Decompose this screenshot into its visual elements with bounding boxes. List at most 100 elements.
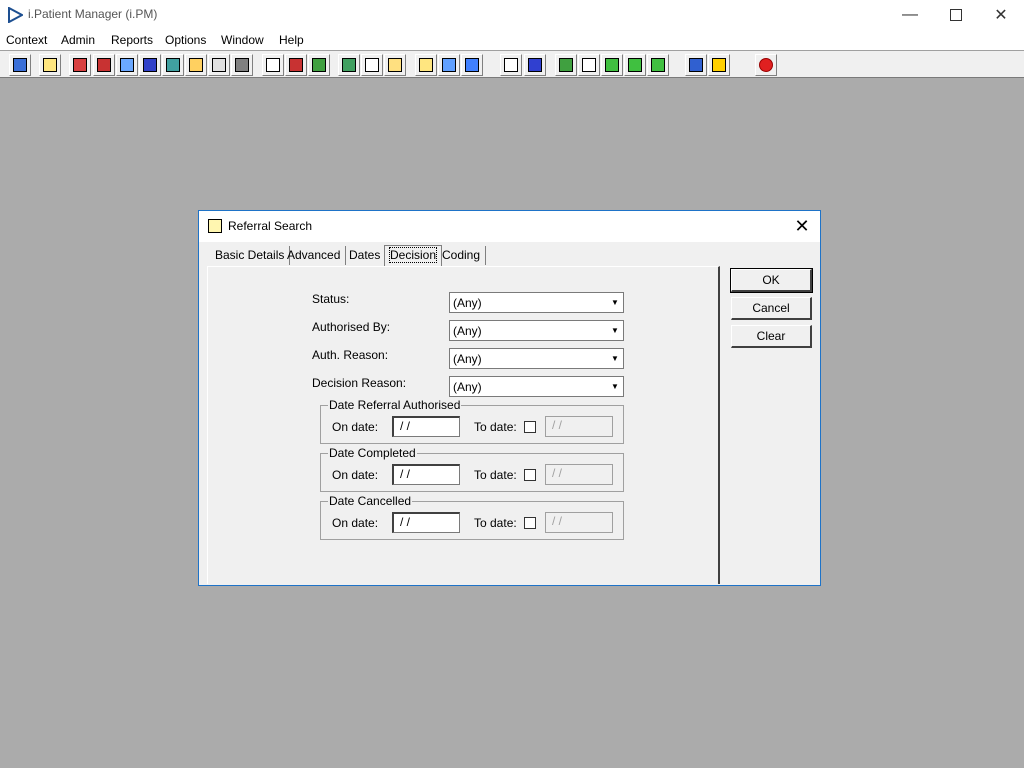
patient-toolbar-button[interactable] — [9, 54, 31, 76]
warning-icon — [712, 58, 726, 72]
warning-toolbar-button[interactable] — [708, 54, 730, 76]
to-date-label: To date: — [474, 516, 517, 530]
auth-reason-label: Auth. Reason: — [312, 348, 389, 362]
list-toolbar-button[interactable] — [415, 54, 437, 76]
to-date-checkbox[interactable] — [524, 421, 536, 433]
referral-icon — [208, 219, 222, 233]
bed-toolbar-button[interactable] — [438, 54, 460, 76]
arrow-in-toolbar-button[interactable] — [624, 54, 646, 76]
group-title: Date Referral Authorised — [328, 398, 462, 412]
check-toolbar-button[interactable] — [578, 54, 600, 76]
auth-reason-value: (Any) — [453, 352, 482, 366]
minimize-button[interactable]: — — [887, 0, 933, 30]
menu-reports[interactable]: Reports — [111, 33, 153, 47]
book-toolbar-button[interactable] — [69, 54, 91, 76]
search-toolbar-button[interactable] — [116, 54, 138, 76]
gauge-toolbar-button[interactable] — [384, 54, 406, 76]
check-icon — [582, 58, 596, 72]
tab-basic-details[interactable]: Basic Details — [210, 246, 291, 265]
house-toolbar-button[interactable] — [93, 54, 115, 76]
dialog-close-button[interactable]: ✕ — [784, 211, 820, 242]
clock-icon — [289, 58, 303, 72]
book-icon — [73, 58, 87, 72]
chevron-down-icon[interactable]: ▼ — [607, 349, 623, 368]
globe-toolbar-button[interactable] — [555, 54, 577, 76]
transfer-toolbar-button[interactable] — [685, 54, 707, 76]
dialog-title: Referral Search — [228, 219, 313, 233]
ok-button[interactable]: OK — [730, 268, 813, 293]
to-date-label: To date: — [474, 420, 517, 434]
magnify-icon — [266, 58, 280, 72]
document-edit-toolbar-button[interactable] — [361, 54, 383, 76]
arrow-out-icon — [651, 58, 665, 72]
tab-advanced[interactable]: Advanced — [282, 246, 347, 265]
close-icon: ✕ — [794, 216, 810, 236]
on-date-input[interactable]: / / — [392, 416, 460, 437]
to-date-input[interactable]: / / — [545, 464, 613, 485]
doctor-toolbar-button[interactable] — [162, 54, 184, 76]
to-date-checkbox[interactable] — [524, 469, 536, 481]
house-icon — [97, 58, 111, 72]
bar-chart-icon — [528, 58, 542, 72]
letter-m-icon — [143, 58, 157, 72]
bar-chart-toolbar-button[interactable] — [524, 54, 546, 76]
app-logo-icon — [8, 7, 23, 23]
chevron-down-icon[interactable]: ▼ — [607, 377, 623, 396]
tab-coding[interactable]: Coding — [437, 246, 487, 265]
to-date-checkbox[interactable] — [524, 517, 536, 529]
ambulance-toolbar-button[interactable] — [461, 54, 483, 76]
arrow-in-icon — [628, 58, 642, 72]
tab-label: Basic Details — [215, 248, 285, 262]
chevron-down-icon[interactable]: ▼ — [607, 321, 623, 340]
check-list-toolbar-button[interactable] — [601, 54, 623, 76]
menu-context[interactable]: Context — [6, 33, 47, 47]
date-cancelled-group: Date Cancelled On date: / / To date: / / — [320, 494, 624, 540]
document-toolbar-button[interactable] — [338, 54, 360, 76]
status-select[interactable]: (Any) ▼ — [449, 292, 624, 313]
close-icon: ✕ — [994, 7, 1008, 24]
camera-toolbar-button[interactable] — [231, 54, 253, 76]
tab-dates[interactable]: Dates — [344, 246, 387, 265]
clear-button[interactable]: Clear — [731, 325, 812, 348]
magnify-toolbar-button[interactable] — [262, 54, 284, 76]
on-date-input[interactable]: / / — [392, 512, 460, 533]
document-edit-icon — [365, 58, 379, 72]
clock-toolbar-button[interactable] — [285, 54, 307, 76]
maximize-icon — [950, 9, 962, 21]
to-date-input[interactable]: / / — [545, 416, 613, 437]
on-date-input[interactable]: / / — [392, 464, 460, 485]
exit-icon — [759, 58, 773, 72]
tab-decision[interactable]: Decision — [384, 245, 443, 266]
menu-help[interactable]: Help — [279, 33, 304, 47]
check-list-icon — [605, 58, 619, 72]
letter-m-toolbar-button[interactable] — [139, 54, 161, 76]
tab-label: Advanced — [287, 248, 341, 262]
referral-toolbar-button[interactable] — [208, 54, 230, 76]
close-button[interactable]: ✕ — [978, 0, 1024, 30]
globe-icon — [559, 58, 573, 72]
menu-options[interactable]: Options — [165, 33, 206, 47]
doctor-icon — [166, 58, 180, 72]
page-toolbar-button[interactable] — [500, 54, 522, 76]
notes-toolbar-button[interactable] — [185, 54, 207, 76]
on-date-label: On date: — [332, 516, 379, 530]
chevron-down-icon[interactable]: ▼ — [607, 293, 623, 312]
status-value: (Any) — [453, 296, 482, 310]
to-date-input[interactable]: / / — [545, 512, 613, 533]
printer-toolbar-button[interactable] — [39, 54, 61, 76]
cancel-button[interactable]: Cancel — [731, 297, 812, 320]
patient-icon — [13, 58, 27, 72]
ambulance-icon — [465, 58, 479, 72]
menu-admin[interactable]: Admin — [61, 33, 95, 47]
authorised-by-select[interactable]: (Any) ▼ — [449, 320, 624, 341]
monitor-toolbar-button[interactable] — [308, 54, 330, 76]
menu-window[interactable]: Window — [221, 33, 264, 47]
auth-reason-select[interactable]: (Any) ▼ — [449, 348, 624, 369]
maximize-button[interactable] — [933, 0, 979, 30]
app-title: i.Patient Manager (i.PM) — [28, 7, 158, 21]
exit-toolbar-button[interactable] — [755, 54, 777, 76]
transfer-icon — [689, 58, 703, 72]
page-icon — [504, 58, 518, 72]
decision-reason-select[interactable]: (Any) ▼ — [449, 376, 624, 397]
arrow-out-toolbar-button[interactable] — [647, 54, 669, 76]
